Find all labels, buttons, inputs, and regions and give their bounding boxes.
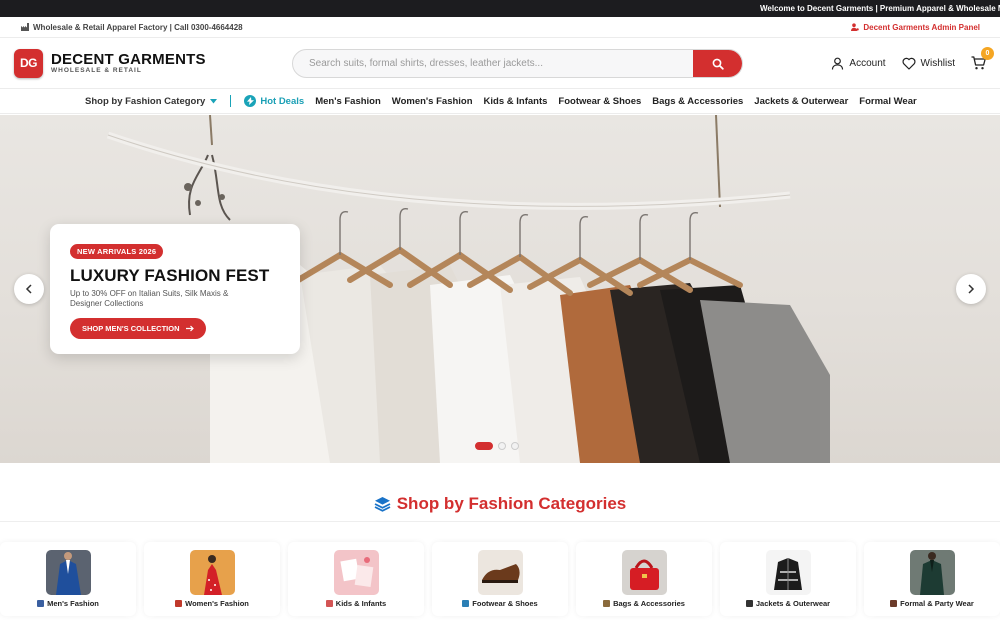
bolt-icon <box>244 95 257 107</box>
suit-icon <box>890 600 898 607</box>
nav-item-womens-fashion[interactable]: Women's Fashion <box>392 96 473 107</box>
carousel-prev-button[interactable] <box>14 274 44 304</box>
admin-panel-label: Decent Garments Admin Panel <box>863 22 980 32</box>
user-icon <box>832 57 844 70</box>
logo-mark: DG <box>14 48 43 78</box>
category-dropdown-label: Shop by Fashion Category <box>85 95 206 107</box>
bag-icon <box>603 600 611 607</box>
formal-party-wear-thumbnail <box>909 550 955 595</box>
section-title: Shop by Fashion Categories <box>0 494 1000 514</box>
search-input[interactable] <box>293 50 693 77</box>
kids-infants-thumbnail <box>333 550 379 595</box>
footwear-shoes-thumbnail <box>477 550 523 595</box>
search-bar <box>292 49 743 78</box>
category-card-footwear-shoes[interactable]: Footwear & Shoes <box>432 542 568 616</box>
hero-promo-card: NEW ARRIVALS 2026 LUXURY FASHION FEST Up… <box>50 224 300 354</box>
account-link[interactable]: Account <box>831 57 886 70</box>
section-title-text: Shop by Fashion Categories <box>396 494 627 513</box>
category-label-jackets-outerwear: Jackets & Outerwear <box>745 599 831 608</box>
main-nav: Shop by Fashion Category Hot Deals Men's… <box>0 88 1000 114</box>
new-arrivals-badge: NEW ARRIVALS 2026 <box>70 244 164 259</box>
carousel-next-button[interactable] <box>956 274 986 304</box>
category-cards: Men's Fashion Women's Fashion Kids & Inf… <box>0 542 1000 622</box>
layers-icon <box>374 497 391 512</box>
wishlist-link[interactable]: Wishlist <box>902 57 955 70</box>
hot-deals-label: Hot Deals <box>260 95 305 107</box>
site-logo[interactable]: DG DECENT GARMENTS WHOLESALE & RETAIL <box>14 48 292 78</box>
category-label-formal-party-wear: Formal & Party Wear <box>890 599 974 608</box>
category-label-bags-accessories: Bags & Accessories <box>603 599 685 608</box>
announcement-ticker: Welcome to Decent Garments | Premium App… <box>0 0 1000 17</box>
nav-item-mens-fashion[interactable]: Men's Fashion <box>315 96 381 107</box>
category-card-mens-fashion[interactable]: Men's Fashion <box>0 542 136 616</box>
search-icon <box>712 58 724 70</box>
factory-contact-text: Wholesale & Retail Apparel Factory | Cal… <box>33 22 243 32</box>
admin-panel-link[interactable]: Decent Garments Admin Panel <box>851 23 980 32</box>
category-name: Formal & Party Wear <box>900 599 974 608</box>
hero-description: Up to 30% OFF on Italian Suits, Silk Max… <box>70 289 229 308</box>
shoe-icon <box>462 600 470 607</box>
dress-icon <box>175 600 183 607</box>
wishlist-label: Wishlist <box>920 57 955 69</box>
category-name: Jackets & Outerwear <box>755 599 831 608</box>
carousel-dots <box>475 442 519 450</box>
mens-fashion-thumbnail <box>45 550 91 595</box>
category-card-bags-accessories[interactable]: Bags & Accessories <box>576 542 712 616</box>
nav-item-footwear-shoes[interactable]: Footwear & Shoes <box>558 96 641 107</box>
category-name: Women's Fashion <box>185 599 249 608</box>
factory-contact: Wholesale & Retail Apparel Factory | Cal… <box>21 23 243 32</box>
ticker-text: Welcome to Decent Garments | Premium App… <box>760 4 1000 13</box>
heart-icon <box>902 57 916 70</box>
category-card-jackets-outerwear[interactable]: Jackets & Outerwear <box>720 542 856 616</box>
logo-text: DECENT GARMENTS WHOLESALE & RETAIL <box>51 52 206 75</box>
baby-icon <box>325 600 333 607</box>
hero-title: LUXURY FASHION FEST <box>70 266 270 285</box>
arrow-right-icon <box>185 325 194 332</box>
category-name: Men's Fashion <box>47 599 99 608</box>
nav-item-formal-wear[interactable]: Formal Wear <box>859 96 916 107</box>
category-dropdown[interactable]: Shop by Fashion Category <box>85 95 218 107</box>
site-header: DG DECENT GARMENTS WHOLESALE & RETAIL Ac… <box>0 38 1000 88</box>
nav-hot-deals[interactable]: Hot Deals <box>244 95 304 107</box>
nav-item-jackets-outerwear[interactable]: Jackets & Outerwear <box>754 96 848 107</box>
info-bar: Wholesale & Retail Apparel Factory | Cal… <box>0 17 1000 38</box>
nav-divider <box>230 95 232 107</box>
header-actions: Account Wishlist 0 <box>831 38 994 88</box>
category-name: Bags & Accessories <box>613 599 685 608</box>
nav-item-bags-accessories[interactable]: Bags & Accessories <box>652 96 743 107</box>
search-button[interactable] <box>693 50 742 77</box>
user-cog-icon <box>851 23 860 31</box>
category-label-womens-fashion: Women's Fashion <box>175 599 249 608</box>
account-label: Account <box>849 57 886 69</box>
hero-carousel: NEW ARRIVALS 2026 LUXURY FASHION FEST Up… <box>0 115 1000 463</box>
shop-mens-collection-button[interactable]: SHOP MEN'S COLLECTION <box>70 318 206 339</box>
brand-name: DECENT GARMENTS <box>51 50 206 68</box>
chevron-right-icon <box>968 284 975 294</box>
carousel-dot-1[interactable] <box>475 442 493 450</box>
cart-button[interactable]: 0 <box>971 47 994 70</box>
caret-down-icon <box>210 98 218 103</box>
nav-item-kids-infants[interactable]: Kids & Infants <box>484 96 548 107</box>
bags-accessories-thumbnail <box>621 550 667 595</box>
section-divider <box>0 521 1000 522</box>
brand-tagline: WHOLESALE & RETAIL <box>51 66 142 74</box>
womens-fashion-thumbnail <box>189 550 235 595</box>
cart-count-badge: 0 <box>981 47 994 60</box>
carousel-dot-3[interactable] <box>511 442 519 450</box>
jackets-outerwear-thumbnail <box>765 550 811 595</box>
category-label-footwear-shoes: Footwear & Shoes <box>462 599 538 608</box>
category-name: Kids & Infants <box>335 599 387 608</box>
category-label-kids-infants: Kids & Infants <box>325 599 387 608</box>
chevron-left-icon <box>25 284 32 294</box>
category-name: Footwear & Shoes <box>472 599 538 608</box>
category-card-kids-infants[interactable]: Kids & Infants <box>288 542 424 616</box>
cta-label: SHOP MEN'S COLLECTION <box>82 324 180 333</box>
factory-icon <box>21 23 29 31</box>
jacket-icon <box>745 600 753 607</box>
carousel-dot-2[interactable] <box>498 442 506 450</box>
shirt-icon <box>37 600 45 607</box>
category-card-womens-fashion[interactable]: Women's Fashion <box>144 542 280 616</box>
category-card-formal-party-wear[interactable]: Formal & Party Wear <box>864 542 1000 616</box>
category-label-mens-fashion: Men's Fashion <box>37 599 99 608</box>
